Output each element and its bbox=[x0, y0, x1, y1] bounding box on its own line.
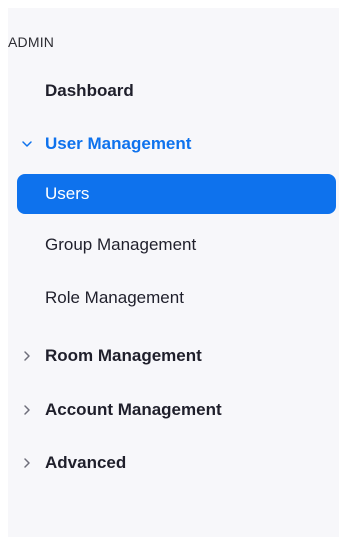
sidebar-item-user-management[interactable]: User Management bbox=[8, 124, 339, 164]
chevron-right-icon bbox=[21, 404, 33, 416]
chevron-right-icon bbox=[21, 457, 33, 469]
sidebar-item-label: Group Management bbox=[45, 235, 197, 254]
sidebar-item-dashboard[interactable]: Dashboard bbox=[8, 71, 339, 111]
sidebar-item-group-management[interactable]: Group Management bbox=[8, 225, 339, 265]
sidebar-item-room-management[interactable]: Room Management bbox=[8, 336, 339, 376]
sidebar-item-role-management[interactable]: Role Management bbox=[8, 278, 339, 318]
sidebar-item-label: Advanced bbox=[45, 453, 127, 472]
admin-sidebar: ADMIN Dashboard User Management Users Gr… bbox=[8, 8, 339, 537]
sidebar-item-label: User Management bbox=[45, 134, 192, 153]
sidebar-item-advanced[interactable]: Advanced bbox=[8, 443, 339, 483]
sidebar-item-label: Room Management bbox=[45, 346, 202, 365]
section-title: ADMIN bbox=[8, 34, 55, 50]
chevron-down-icon bbox=[21, 138, 33, 150]
chevron-right-icon bbox=[21, 350, 33, 362]
sidebar-item-label: Dashboard bbox=[45, 81, 134, 100]
sidebar-item-label: Role Management bbox=[45, 288, 184, 307]
sidebar-item-users[interactable]: Users bbox=[17, 174, 336, 214]
sidebar-item-account-management[interactable]: Account Management bbox=[8, 390, 339, 430]
sidebar-item-label: Account Management bbox=[45, 400, 222, 419]
sidebar-item-label: Users bbox=[45, 184, 90, 203]
